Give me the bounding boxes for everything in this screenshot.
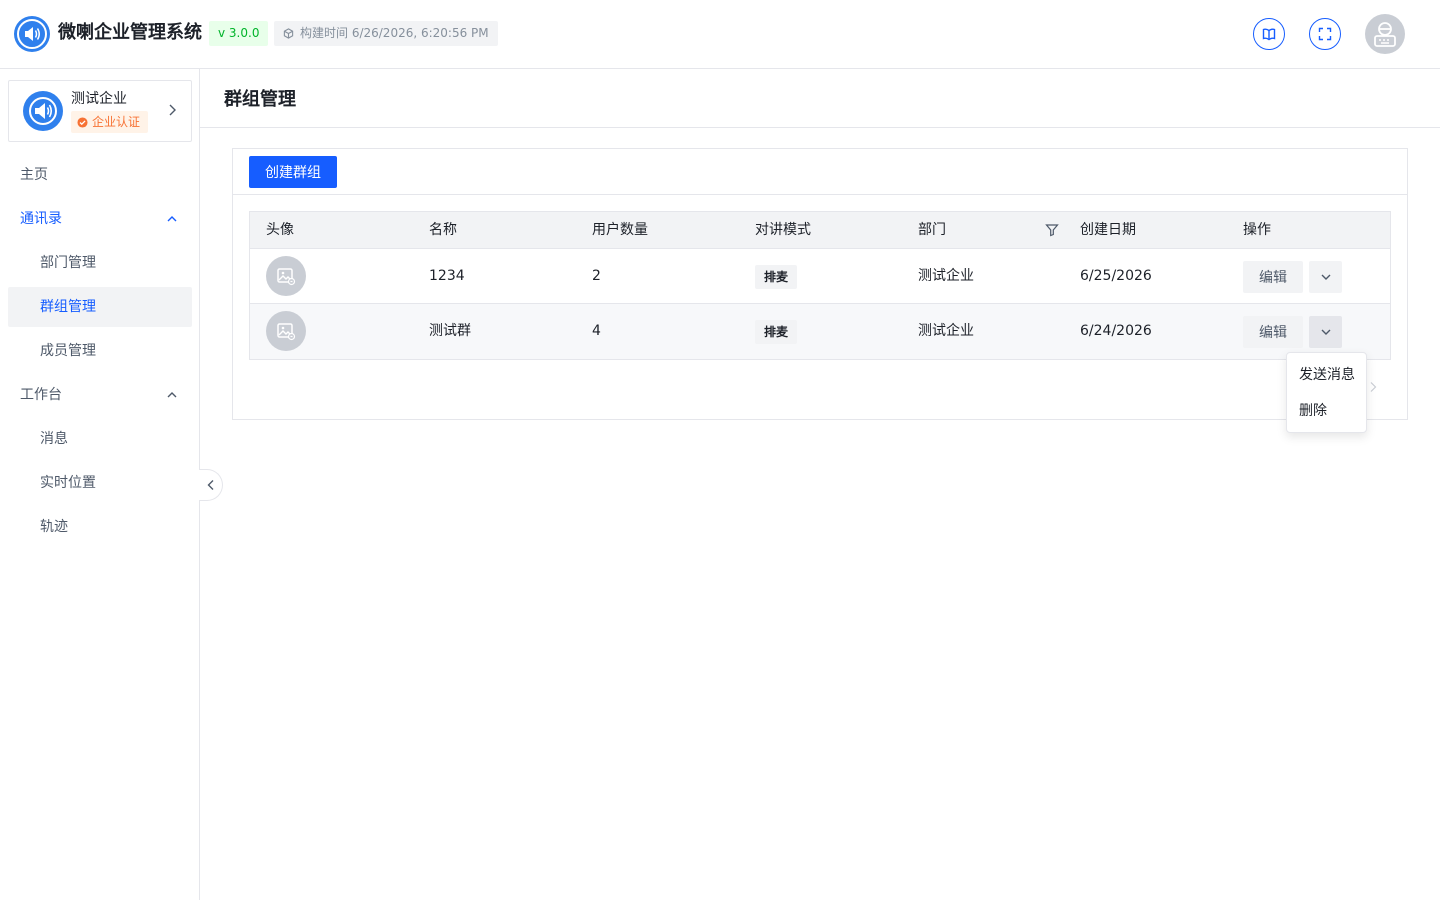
create-group-button[interactable]: 创建群组 bbox=[249, 156, 337, 188]
sidebar-item-groups[interactable]: 群组管理 bbox=[8, 287, 192, 327]
sidebar-item-label: 实时位置 bbox=[40, 475, 96, 491]
table-header: 头像 名称 用户数量 对讲模式 部门 创建日期 操作 bbox=[250, 212, 1390, 249]
sidebar-item-tracks[interactable]: 轨迹 bbox=[8, 507, 192, 547]
title-divider bbox=[200, 127, 1440, 128]
sidebar-item-label: 主页 bbox=[20, 167, 48, 183]
chevron-left-icon bbox=[207, 480, 213, 490]
sidebar-item-workbench[interactable]: 工作台 bbox=[8, 375, 192, 415]
sidebar: 测试企业 企业认证 主页 通讯录 部门管理 群组管理 成员管理 工作台 消息 实… bbox=[0, 69, 200, 900]
top-header: 微喇企业管理系统 v 3.0.0 构建时间 6/26/2026, 6:20:56… bbox=[0, 0, 1440, 69]
group-created-date: 6/24/2026 bbox=[1080, 323, 1152, 339]
table-row: 测试群 4 排麦 测试企业 6/24/2026 编辑 bbox=[250, 304, 1390, 359]
enterprise-badge-label: 企业认证 bbox=[92, 115, 141, 129]
sidebar-item-label: 通讯录 bbox=[20, 211, 62, 227]
sidebar-item-label: 部门管理 bbox=[40, 255, 96, 271]
group-avatar bbox=[266, 256, 306, 296]
enterprise-name: 测试企业 bbox=[71, 91, 127, 107]
group-name: 测试群 bbox=[429, 323, 471, 339]
image-placeholder-icon bbox=[277, 323, 296, 341]
more-actions-button[interactable] bbox=[1309, 316, 1342, 348]
dropdown-item-delete[interactable]: 删除 bbox=[1287, 393, 1366, 429]
app-logo-icon bbox=[14, 16, 50, 52]
table-row: 1234 2 排麦 测试企业 6/25/2026 编辑 bbox=[250, 249, 1390, 304]
build-time-badge: 构建时间 6/26/2026, 6:20:56 PM bbox=[274, 21, 498, 46]
column-header-department: 部门 bbox=[918, 222, 946, 238]
column-header-mode: 对讲模式 bbox=[755, 222, 811, 238]
groups-card: 创建群组 头像 名称 用户数量 对讲模式 部门 创建日期 操作 1234 2 排… bbox=[232, 148, 1408, 420]
chevron-up-icon bbox=[167, 216, 177, 222]
more-actions-button[interactable] bbox=[1309, 261, 1342, 293]
sidebar-item-label: 轨迹 bbox=[40, 519, 68, 535]
column-header-avatar: 头像 bbox=[266, 222, 294, 238]
intercom-mode-tag: 排麦 bbox=[755, 320, 798, 344]
enterprise-card[interactable]: 测试企业 企业认证 bbox=[8, 80, 192, 142]
sidebar-collapse-button[interactable] bbox=[199, 469, 223, 501]
chevron-up-icon bbox=[167, 392, 177, 398]
column-header-name: 名称 bbox=[429, 222, 457, 238]
sidebar-item-label: 工作台 bbox=[20, 387, 62, 403]
chevron-right-icon bbox=[169, 104, 176, 116]
intercom-mode-tag: 排麦 bbox=[755, 265, 798, 289]
app-title: 微喇企业管理系统 bbox=[58, 22, 202, 43]
fullscreen-icon bbox=[1318, 27, 1332, 41]
filter-icon[interactable] bbox=[1045, 223, 1059, 237]
sidebar-item-contacts[interactable]: 通讯录 bbox=[8, 199, 192, 239]
sidebar-item-label: 消息 bbox=[40, 431, 68, 447]
user-avatar[interactable] bbox=[1365, 14, 1405, 54]
column-header-created: 创建日期 bbox=[1080, 222, 1136, 238]
sidebar-item-departments[interactable]: 部门管理 bbox=[8, 243, 192, 283]
card-divider bbox=[233, 194, 1407, 195]
group-department: 测试企业 bbox=[918, 268, 974, 284]
edit-button[interactable]: 编辑 bbox=[1243, 316, 1303, 348]
more-actions-dropdown: 发送消息 删除 bbox=[1286, 352, 1367, 433]
build-time-text: 构建时间 6/26/2026, 6:20:56 PM bbox=[300, 26, 489, 40]
pagination-next-icon[interactable] bbox=[1368, 380, 1378, 394]
cube-icon bbox=[283, 28, 294, 39]
book-icon bbox=[1262, 28, 1276, 41]
chevron-down-icon bbox=[1321, 274, 1330, 280]
sidebar-item-label: 群组管理 bbox=[40, 299, 96, 315]
page-title: 群组管理 bbox=[224, 89, 296, 110]
enterprise-verified-badge: 企业认证 bbox=[71, 111, 149, 133]
column-header-actions: 操作 bbox=[1243, 222, 1271, 238]
verified-check-icon bbox=[77, 116, 88, 128]
sidebar-item-members[interactable]: 成员管理 bbox=[8, 331, 192, 371]
sidebar-item-live-location[interactable]: 实时位置 bbox=[8, 463, 192, 503]
sidebar-item-label: 成员管理 bbox=[40, 343, 96, 359]
robot-avatar-icon bbox=[1374, 22, 1396, 47]
column-header-user-count: 用户数量 bbox=[592, 222, 648, 238]
group-name: 1234 bbox=[429, 268, 465, 284]
group-avatar bbox=[266, 311, 306, 351]
group-user-count: 4 bbox=[592, 323, 601, 339]
edit-button[interactable]: 编辑 bbox=[1243, 261, 1303, 293]
groups-table: 头像 名称 用户数量 对讲模式 部门 创建日期 操作 1234 2 排麦 测试企… bbox=[249, 211, 1391, 360]
image-placeholder-icon bbox=[277, 268, 296, 286]
sidebar-item-messages[interactable]: 消息 bbox=[8, 419, 192, 459]
enterprise-logo-icon bbox=[23, 91, 63, 131]
dropdown-item-send-message[interactable]: 发送消息 bbox=[1287, 357, 1366, 393]
group-department: 测试企业 bbox=[918, 323, 974, 339]
docs-button[interactable] bbox=[1253, 18, 1285, 50]
fullscreen-button[interactable] bbox=[1309, 18, 1341, 50]
group-created-date: 6/25/2026 bbox=[1080, 268, 1152, 284]
version-badge: v 3.0.0 bbox=[209, 21, 269, 46]
sidebar-item-home[interactable]: 主页 bbox=[8, 155, 192, 195]
group-user-count: 2 bbox=[592, 268, 601, 284]
chevron-down-icon bbox=[1321, 329, 1330, 335]
